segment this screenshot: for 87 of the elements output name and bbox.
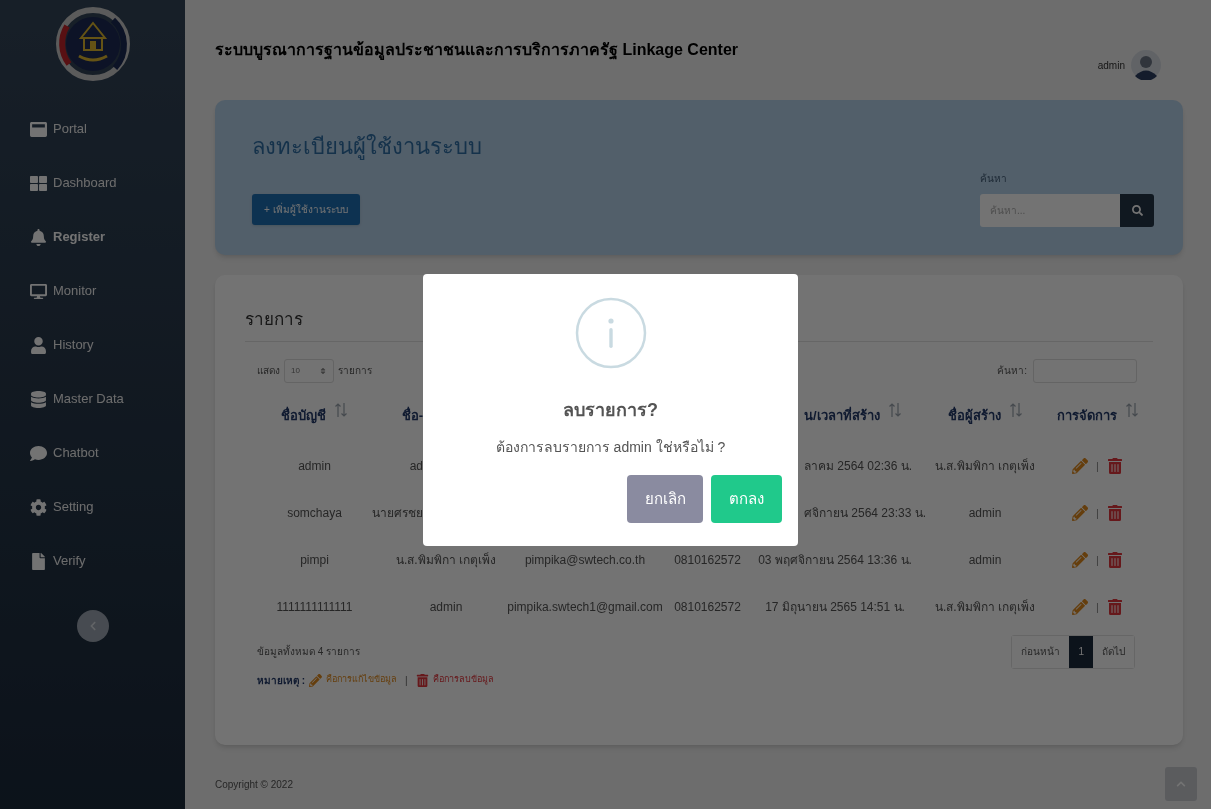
scroll-top-button[interactable] xyxy=(1165,767,1197,801)
table-cell-text: admin xyxy=(429,599,463,616)
sidebar-item[interactable]: Register xyxy=(30,226,185,248)
action-separator: | xyxy=(1096,458,1099,474)
action-separator: | xyxy=(1096,505,1099,521)
edit-icon xyxy=(309,673,323,687)
delete-icon[interactable] xyxy=(1106,458,1123,474)
delete-icon[interactable] xyxy=(1106,599,1123,615)
window-icon xyxy=(30,120,47,138)
table-cell-text: pimpika.swtech1@gmail.com xyxy=(507,599,663,616)
table-cell: น.ส.พิมพิกา เกตุเพ็ง xyxy=(935,457,1035,475)
user-name: admin xyxy=(1097,58,1125,73)
sort-icon[interactable] xyxy=(334,401,348,418)
sort-caret-icon xyxy=(319,366,327,375)
collapse-button[interactable] xyxy=(76,610,109,642)
add-user-button[interactable]: + เพิ่มผู้ใช้งานระบบ xyxy=(252,194,360,225)
table-cell-text: นายศรชย xyxy=(372,505,423,522)
delete-icon[interactable] xyxy=(1106,552,1123,568)
database-icon xyxy=(30,390,47,408)
show-label: แสดง xyxy=(257,364,280,378)
page-button[interactable]: 1 xyxy=(1069,635,1093,668)
confirm-button[interactable]: ตกลง xyxy=(711,475,782,523)
edit-icon[interactable] xyxy=(1072,599,1089,615)
table-cell-text: admin xyxy=(298,458,331,475)
table-cell-text: 03 พฤศจิกายน 2564 13:36 น. xyxy=(758,552,912,569)
sidebar-item[interactable]: Dashboard xyxy=(30,172,185,194)
column-header: ชื่อบัญชี xyxy=(281,405,326,426)
info-icon xyxy=(574,297,647,369)
table-cell-text: ad xyxy=(409,458,423,475)
bell-icon xyxy=(30,228,47,246)
delete-icon xyxy=(415,673,429,687)
table-cell-text: 17 มิถุนายน 2565 14:51 น. xyxy=(765,599,905,616)
edit-icon[interactable] xyxy=(1072,552,1089,568)
delete-icon[interactable] xyxy=(1106,505,1123,521)
table-cell-text: pimpika@swtech.co.th xyxy=(524,552,646,569)
action-separator: | xyxy=(1096,552,1099,568)
dialog-title: ลบรายการ? xyxy=(563,399,658,422)
note-label: หมายเหตุ : xyxy=(257,673,306,688)
action-separator: | xyxy=(1096,599,1099,615)
sidebar-item[interactable]: Master Data xyxy=(30,388,185,410)
table-cell: น.ส.พิมพิกา เกตุเพ็ง xyxy=(396,551,496,569)
dialog-message: ต้องการลบรายการ admin ใช่หรือไม่ ? xyxy=(495,438,726,457)
sidebar-item[interactable]: Chatbot xyxy=(30,442,185,464)
show-label: รายการ xyxy=(338,364,372,378)
table-cell-text: admin xyxy=(968,505,1002,522)
monitor-icon xyxy=(30,282,47,300)
cancel-button[interactable]: ยกเลิก xyxy=(627,475,703,523)
file-icon xyxy=(30,552,47,570)
sidebar-item[interactable]: Verify xyxy=(30,550,185,572)
delete-legend: คือการลบข้อมูล xyxy=(432,673,494,687)
edit-legend: คือการแก้ไขข้อมูล xyxy=(326,673,398,687)
filter-label: ค้นหา: xyxy=(997,364,1027,378)
sidebar-item[interactable]: Portal xyxy=(30,118,185,140)
legend-separator: | xyxy=(405,673,408,688)
sidebar-item[interactable]: Monitor xyxy=(30,280,185,302)
column-header: ชื่อผู้สร้าง xyxy=(947,405,1001,426)
search-icon xyxy=(1131,205,1143,216)
chat-bubble-icon xyxy=(30,444,47,462)
grid-icon xyxy=(30,174,47,192)
copyright-text: Copyright © 2022 xyxy=(215,777,293,792)
sidebar-item[interactable]: Setting xyxy=(30,496,185,518)
sidebar-item[interactable]: History xyxy=(30,334,185,356)
table-cell-text: 0810162572 xyxy=(674,552,741,569)
search-button[interactable] xyxy=(1120,194,1154,227)
sort-icon[interactable] xyxy=(1008,401,1023,418)
table-cell-text: somchaya xyxy=(287,505,342,522)
app-title: ระบบบูรณาการฐานข้อมูลประชาชนและการบริการภาครัฐ Linkage Center xyxy=(215,40,739,62)
edit-icon[interactable] xyxy=(1072,505,1089,521)
column-header: การจัดการ xyxy=(1056,406,1117,425)
table-cell-text: 0810162572 xyxy=(674,599,741,616)
sort-icon[interactable] xyxy=(1124,401,1139,418)
settings-icon xyxy=(30,498,47,516)
panel-title: ลงทะเบียนผู้ใช้งานระบบ xyxy=(252,133,483,162)
column-header: น/เวลาที่สร้าง xyxy=(804,405,880,425)
edit-icon[interactable] xyxy=(1072,458,1089,474)
table-cell-text: ศจิกายน 2564 23:33 น. xyxy=(804,505,927,522)
table-cell-text: ลาคม 2564 02:36 น. xyxy=(804,458,913,475)
chevron-up-icon xyxy=(1176,779,1186,789)
total-count: ข้อมูลทั้งหมด 4 รายการ xyxy=(257,644,361,659)
table-cell-text: admin xyxy=(968,552,1002,569)
user-icon xyxy=(30,336,47,354)
table-cell-text: 1111111111111 xyxy=(276,599,353,616)
column-header: ชื่อ- xyxy=(401,405,423,425)
avatar-icon[interactable] xyxy=(1131,50,1161,80)
table-cell-text: pimpi xyxy=(300,552,329,569)
table-cell: น.ส.พิมพิกา เกตุเพ็ง xyxy=(935,598,1035,616)
sort-icon[interactable] xyxy=(887,401,902,418)
